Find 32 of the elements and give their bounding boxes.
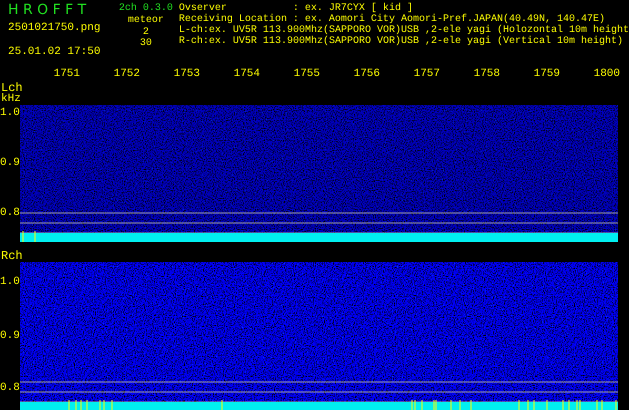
version-label: 2ch 0.3.0 — [118, 3, 173, 15]
frequency-label: 0.8 — [0, 383, 20, 394]
app-title: H R O F F T — [8, 2, 88, 18]
channel-label: Rch — [0, 250, 24, 262]
meteor-count: 30 — [140, 38, 152, 49]
time-label: 1755 — [294, 68, 320, 82]
channel-label: Lch — [0, 82, 24, 94]
meteor-label: meteor — [128, 15, 164, 27]
time-label: 1754 — [234, 68, 260, 82]
meteor-count: 2 — [142, 27, 149, 38]
unit-label: kHz — [0, 94, 22, 105]
channel-info: R-ch:ex. UV5R 113.900Mhz(SAPPORO VOR)USB ,2-ele yagi (Vertical 10m height) — [178, 36, 624, 47]
info-label: Ovserver — [178, 3, 227, 14]
info-value: : ex. JR7CYX [ kid ] — [292, 3, 413, 14]
frequency-label: 0.9 — [0, 331, 20, 342]
time-label: 1753 — [174, 68, 200, 82]
channel-info: L-ch:ex. UV5R 113.900Mhz(SAPPORO VOR)USB ,2-ele yagi (Holozontal 10m height — [178, 25, 629, 36]
time-label: 1757 — [414, 68, 440, 82]
filename: 2501021750.png — [8, 22, 102, 34]
time-label: 1751 — [54, 68, 80, 82]
frequency-label: 0.9 — [0, 158, 20, 169]
info-label: Receiving Location — [178, 14, 287, 25]
time-label: 1756 — [354, 68, 380, 82]
time-label: 1758 — [474, 68, 500, 82]
frequency-label: 1.0 — [0, 277, 20, 288]
time-label: 1759 — [534, 68, 560, 82]
time-label: 1800 — [594, 68, 620, 82]
date-time: 25.01.02 17:50 — [8, 46, 102, 58]
time-label: 1752 — [114, 68, 140, 82]
frequency-label: 0.8 — [0, 208, 20, 219]
frequency-label: 1.0 — [0, 108, 20, 119]
info-value: : ex. Aomori City Aomori-Pref.JAPAN(40.49N, 140.47E) — [292, 14, 605, 25]
